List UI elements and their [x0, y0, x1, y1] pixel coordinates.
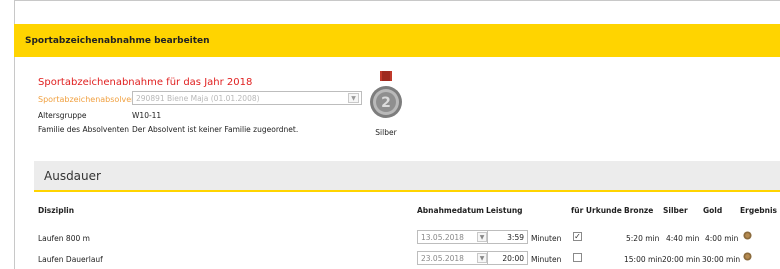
- silber-value: 20:00 min: [662, 255, 701, 264]
- column-header-urkunde: für Urkunde: [571, 206, 622, 215]
- leistung-value: 3:59: [507, 233, 524, 242]
- column-header-ergebnis: Ergebnis: [740, 206, 778, 215]
- section-title: Sportabzeichenabnahme für das Jahr 2018: [38, 77, 253, 88]
- chevron-down-icon[interactable]: ▼: [477, 253, 487, 263]
- column-header-silber: Silber: [663, 206, 688, 215]
- date-input[interactable]: 13.05.2018 ▼: [417, 230, 489, 244]
- leistung-value: 20:00: [502, 254, 524, 263]
- date-value: 13.05.2018: [421, 233, 464, 242]
- leistung-unit: Minuten: [531, 255, 562, 264]
- familie-label: Familie des Absolventen: [38, 125, 130, 134]
- date-input[interactable]: 23.05.2018 ▼: [417, 251, 489, 265]
- column-header-abnahmedatum: Abnahmedatum: [417, 206, 484, 215]
- gold-value: 4:00 min: [705, 234, 739, 243]
- bronze-value: 5:20 min: [626, 234, 660, 243]
- leistung-input[interactable]: 3:59: [487, 230, 528, 244]
- column-header-disziplin: Disziplin: [38, 206, 75, 215]
- svg-text:2: 2: [381, 95, 391, 111]
- silver-medal-icon: 2: [370, 71, 402, 118]
- absolvent-select[interactable]: 290891 Biene Maja (01.01.2008) ▼: [132, 91, 362, 105]
- gold-value: 30:00 min: [702, 255, 741, 264]
- ausdauer-section-header: Ausdauer: [34, 161, 780, 192]
- chevron-down-icon[interactable]: ▼: [348, 93, 359, 103]
- date-value: 23.05.2018: [421, 254, 464, 263]
- bronze-value: 15:00 min: [624, 255, 663, 264]
- absolvent-label: Sportabzeichenabsolvent: [38, 95, 140, 104]
- absolvent-value: 290891 Biene Maja (01.01.2008): [136, 94, 260, 103]
- urkunde-checkbox[interactable]: [573, 253, 582, 262]
- page-header: Sportabzeichenabnahme bearbeiten: [14, 24, 780, 57]
- leistung-input[interactable]: 20:00: [487, 251, 528, 265]
- bronze-medal-icon: [743, 231, 752, 240]
- familie-value: Der Absolvent ist keiner Familie zugeord…: [132, 125, 299, 134]
- column-header-leistung: Leistung: [486, 206, 523, 215]
- page-title: Sportabzeichenabnahme bearbeiten: [25, 36, 210, 46]
- chevron-down-icon[interactable]: ▼: [477, 232, 487, 242]
- leistung-unit: Minuten: [531, 234, 562, 243]
- column-header-gold: Gold: [703, 206, 723, 215]
- silber-value: 4:40 min: [666, 234, 700, 243]
- row-disziplin: Laufen Dauerlauf: [38, 255, 103, 264]
- row-disziplin: Laufen 800 m: [38, 234, 90, 243]
- column-header-bronze: Bronze: [624, 206, 654, 215]
- medal-label: Silber: [375, 128, 397, 137]
- altersgruppe-value: W10-11: [132, 111, 162, 120]
- bronze-medal-icon: [743, 252, 752, 261]
- altersgruppe-label: Altersgruppe: [38, 111, 87, 120]
- urkunde-checkbox[interactable]: ✓: [573, 232, 582, 241]
- ausdauer-title: Ausdauer: [44, 169, 101, 183]
